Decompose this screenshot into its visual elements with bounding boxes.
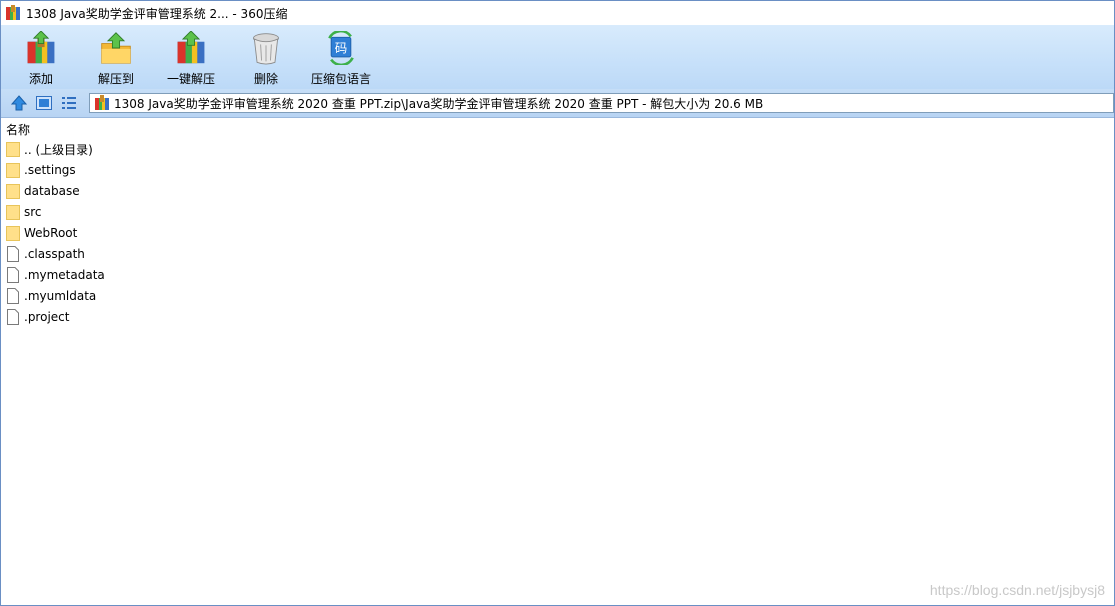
archive-language-icon: 码 (328, 31, 354, 65)
zip-archive-icon (95, 95, 109, 110)
up-arrow-icon[interactable] (10, 94, 28, 112)
extract-to-icon (101, 32, 131, 64)
archive-language-label: 压缩包语言 (310, 72, 371, 86)
path-text: 1308 Java奖助学金评审管理系统 2020 查重 PPT.zip\Java… (114, 96, 764, 111)
folder-icon (6, 184, 20, 199)
one-click-extract-icon (177, 31, 205, 64)
extract-to-button[interactable]: 解压到 (81, 27, 151, 87)
column-header-name[interactable]: 名称 (6, 121, 30, 138)
folder-icon (6, 226, 20, 241)
window-title: 1308 Java奖助学金评审管理系统 2... - 360压缩 (26, 6, 288, 21)
file-list: 名称 .. (上级目录) .settings database src WebR… (1, 118, 1114, 604)
file-name: .. (上级目录) (24, 142, 93, 157)
delete-label: 删除 (253, 72, 278, 86)
file-name: .myumldata (24, 289, 97, 303)
large-icon-view-icon[interactable] (35, 94, 53, 112)
file-icon (7, 309, 19, 325)
add-button[interactable]: 添加 (6, 27, 76, 87)
one-click-extract-button[interactable]: 一键解压 (156, 27, 226, 87)
file-name: .classpath (24, 247, 85, 261)
list-item[interactable]: .classpath (6, 244, 85, 264)
file-name: WebRoot (24, 226, 78, 240)
file-name: src (24, 205, 42, 219)
file-icon (7, 267, 19, 283)
file-icon (7, 288, 19, 304)
list-view-icon[interactable] (60, 94, 78, 112)
list-item-parent-directory[interactable]: .. (上级目录) (6, 139, 93, 159)
folder-icon (6, 205, 20, 220)
list-item[interactable]: database (6, 181, 80, 201)
file-name: database (24, 184, 80, 198)
file-name: .project (24, 310, 70, 324)
file-icon (7, 246, 19, 262)
folder-icon (6, 163, 20, 178)
watermark: https://blog.csdn.net/jsjbysj8 (929, 582, 1105, 598)
archive-language-button[interactable]: 码 压缩包语言 (306, 27, 376, 87)
list-item[interactable]: WebRoot (6, 223, 77, 243)
list-item[interactable]: .mymetadata (6, 265, 105, 285)
add-archive-icon (27, 31, 55, 64)
list-item[interactable]: .myumldata (6, 286, 96, 306)
list-item[interactable]: .settings (6, 160, 76, 180)
add-label: 添加 (28, 72, 53, 86)
list-item[interactable]: .project (6, 307, 69, 327)
one-click-extract-label: 一键解压 (166, 72, 215, 86)
file-name: .mymetadata (24, 268, 105, 282)
language-glyph: 码 (335, 40, 348, 55)
title-bar[interactable]: 1308 Java奖助学金评审管理系统 2... - 360压缩 (1, 1, 1114, 25)
app-logo-icon (6, 5, 20, 20)
toolbar: 添加 解压到 一键解压 删除 码 压缩包语言 (1, 25, 1114, 89)
delete-button[interactable]: 删除 (231, 27, 301, 87)
address-bar-row: 1308 Java奖助学金评审管理系统 2020 查重 PPT.zip\Java… (1, 89, 1114, 118)
path-field[interactable]: 1308 Java奖助学金评审管理系统 2020 查重 PPT.zip\Java… (89, 93, 1114, 113)
file-name: .settings (24, 163, 76, 177)
list-item[interactable]: src (6, 202, 42, 222)
folder-icon (6, 142, 20, 157)
delete-icon (253, 33, 279, 65)
extract-to-label: 解压到 (97, 72, 134, 86)
